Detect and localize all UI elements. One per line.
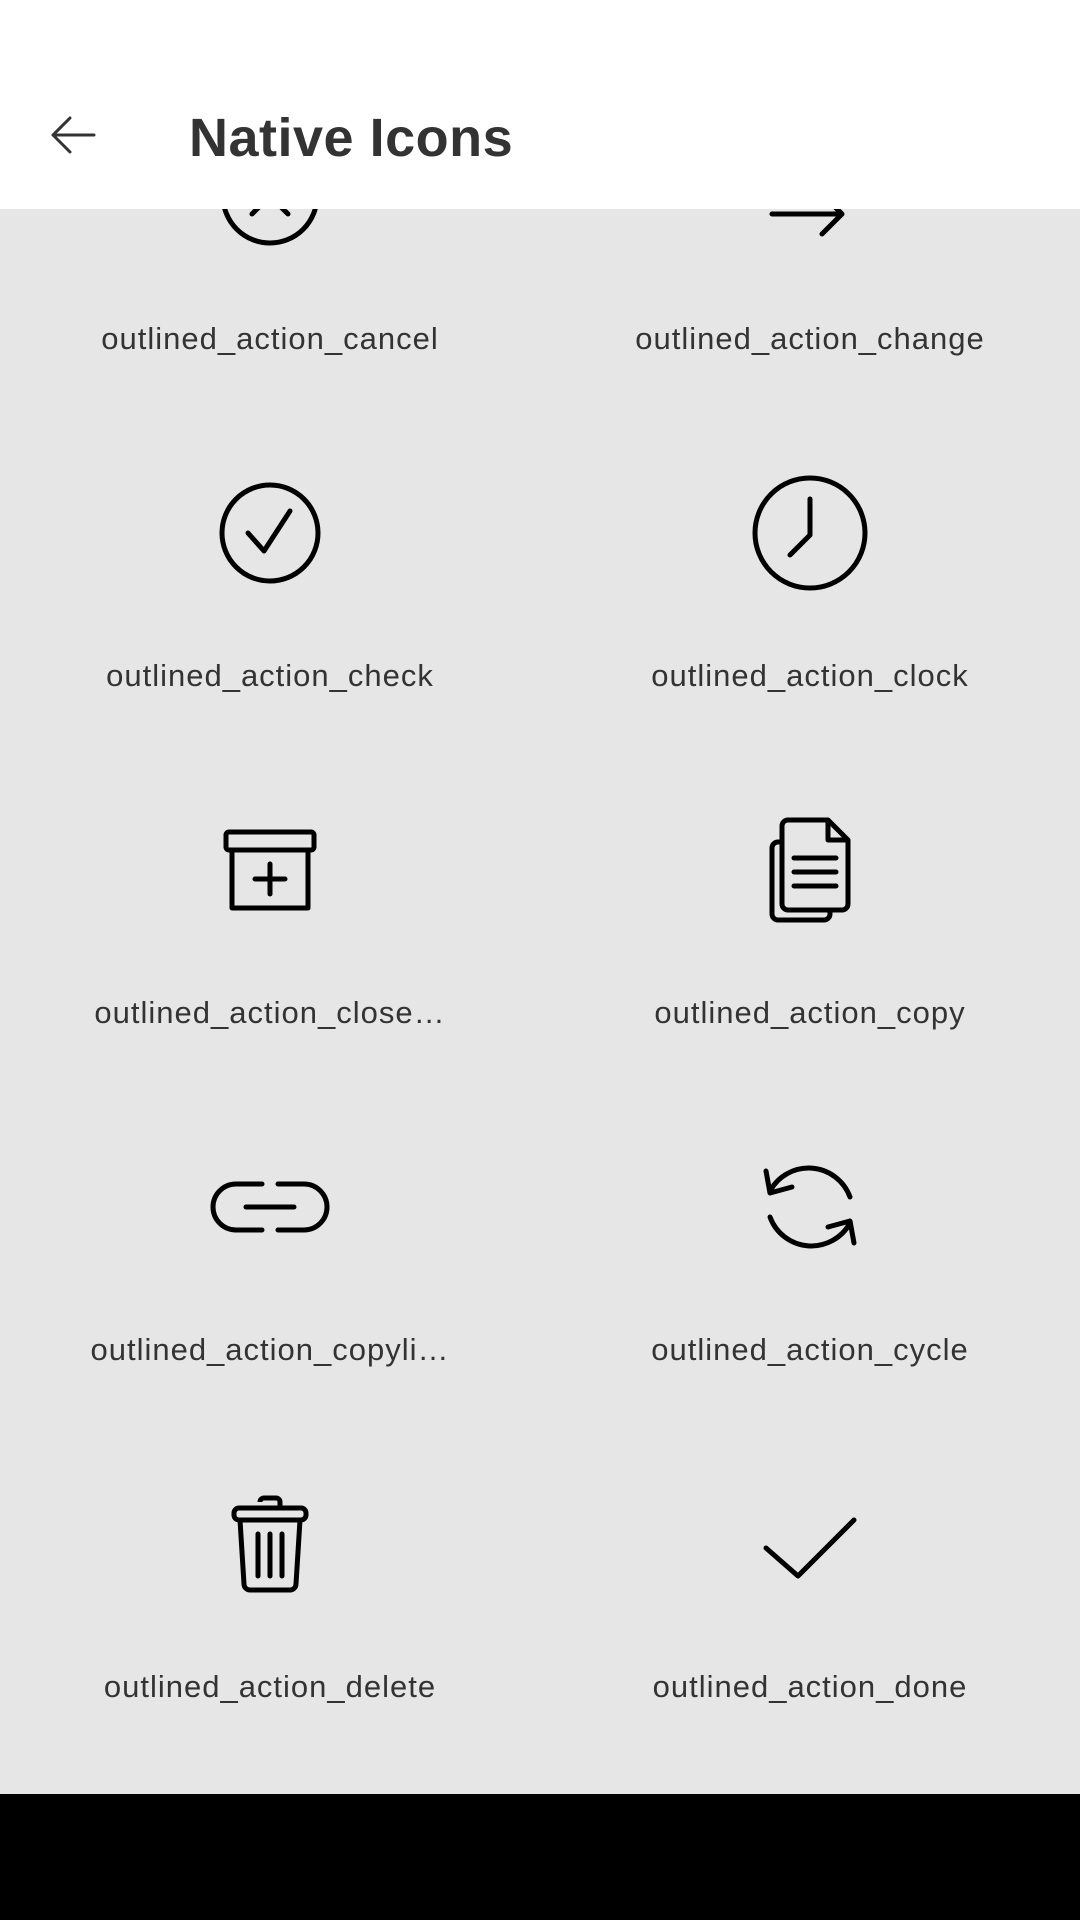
cycle-icon (750, 1147, 870, 1267)
arrow-left-icon (48, 110, 98, 165)
icon-label: outlined_action_cycle (651, 1332, 969, 1367)
icon-tile-close[interactable]: outlined_action_close… (0, 756, 540, 1093)
icon-tile-cycle[interactable]: outlined_action_cycle (540, 1093, 1080, 1430)
icon-tile-cancel[interactable]: outlined_action_cancel (0, 209, 540, 419)
icon-tile-clock[interactable]: outlined_action_clock (540, 419, 1080, 756)
icon-tile-change[interactable]: outlined_action_change (540, 209, 1080, 419)
trash-icon (210, 1484, 330, 1604)
cancel-icon (210, 209, 330, 256)
icon-tile-done[interactable]: outlined_action_done (540, 1430, 1080, 1767)
icon-label: outlined_action_copy (654, 995, 966, 1030)
icon-label: outlined_action_copyli… (90, 1332, 450, 1367)
check-circle-icon (210, 473, 330, 593)
change-icon (750, 209, 870, 256)
icon-tile-check[interactable]: outlined_action_check (0, 419, 540, 756)
icon-list[interactable]: outlined_action_cancel outlined_action_c… (0, 209, 1080, 1794)
app-header: Native Icons (0, 0, 1080, 209)
done-icon (750, 1484, 870, 1604)
system-navigation-bar (0, 1794, 1080, 1920)
icon-label: outlined_action_cancel (101, 321, 439, 356)
page-title: Native Icons (189, 108, 514, 168)
link-icon (210, 1147, 330, 1267)
icon-label: outlined_action_delete (103, 1669, 437, 1704)
icon-label: outlined_action_clock (651, 658, 969, 693)
copy-icon (750, 810, 870, 930)
icon-label: outlined_action_close… (94, 995, 446, 1030)
icon-tile-delete[interactable]: outlined_action_delete (0, 1430, 540, 1767)
icon-tile-copy[interactable]: outlined_action_copy (540, 756, 1080, 1093)
icon-grid: outlined_action_cancel outlined_action_c… (0, 209, 1080, 1767)
icon-label: outlined_action_change (635, 321, 985, 356)
icon-label: outlined_action_check (106, 658, 434, 693)
icon-label: outlined_action_done (652, 1669, 968, 1704)
archive-box-icon (210, 810, 330, 930)
clock-icon (750, 473, 870, 593)
icon-tile-copylink[interactable]: outlined_action_copyli… (0, 1093, 540, 1430)
back-button[interactable] (36, 100, 110, 174)
